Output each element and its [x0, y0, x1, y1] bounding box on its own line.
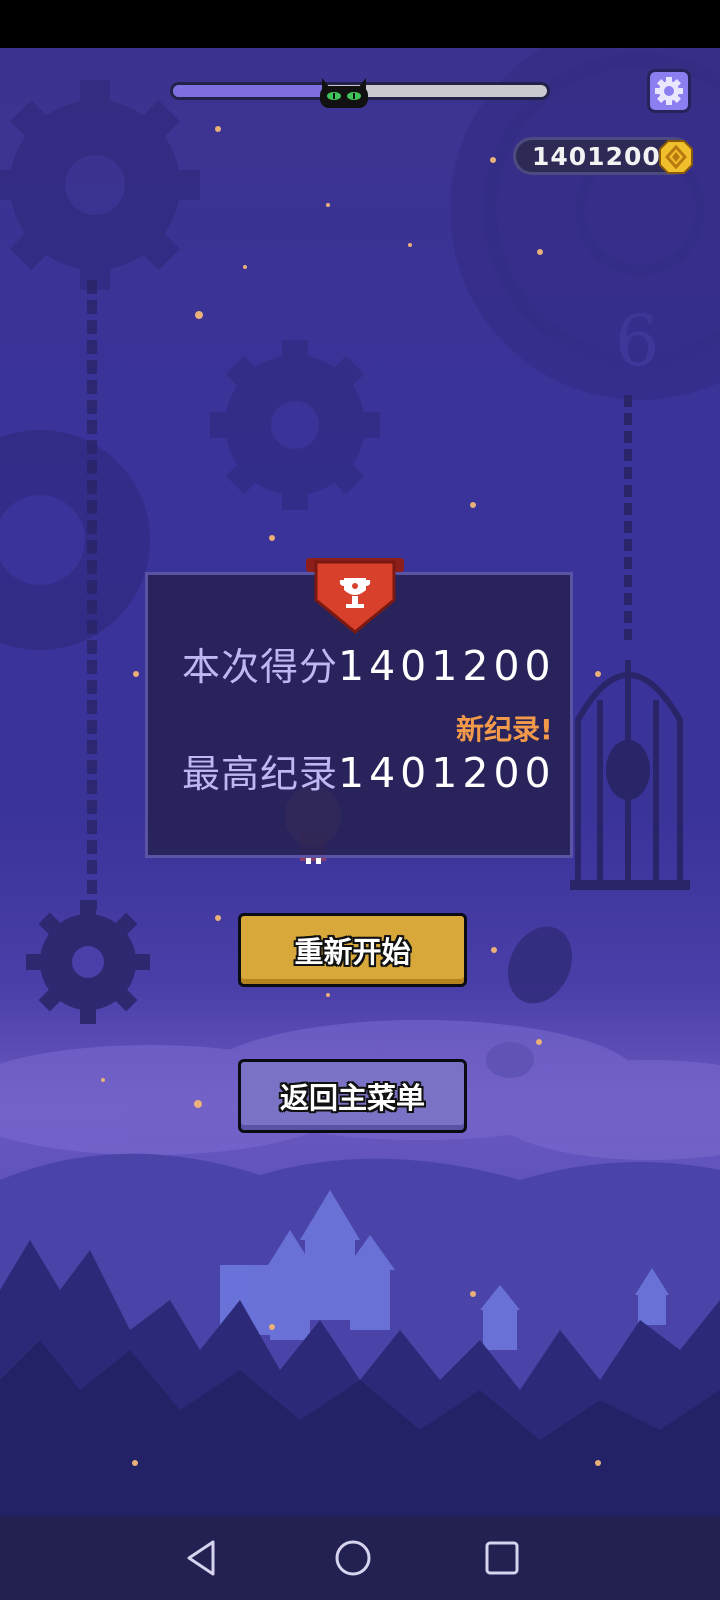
coin-amount: 1401200	[532, 142, 661, 171]
best-score-row: 最高纪录1401200	[182, 743, 556, 798]
gear-decoration-3	[0, 430, 150, 650]
current-score-value: 1401200	[338, 642, 556, 690]
coin-icon	[659, 140, 693, 174]
best-score-value: 1401200	[338, 749, 556, 797]
gear-decoration-2	[210, 340, 380, 510]
new-record-badge: 新纪录!	[456, 713, 553, 746]
coin-counter: 1401200	[513, 137, 693, 175]
current-score-row: 本次得分1401200	[182, 636, 556, 691]
triangle-back-icon[interactable]	[181, 1536, 225, 1580]
status-bar	[0, 0, 720, 48]
gear-decoration-1	[0, 80, 200, 290]
level-progress-fill	[173, 85, 323, 97]
main-menu-button[interactable]: 返回主菜单	[238, 1059, 467, 1133]
gear-icon	[655, 77, 683, 105]
current-score-label: 本次得分	[182, 645, 339, 689]
square-recents-icon[interactable]	[480, 1536, 524, 1580]
restart-button[interactable]: 重新开始	[238, 913, 467, 987]
circle-home-icon[interactable]	[331, 1536, 375, 1580]
gear-decoration-4	[26, 900, 150, 1024]
trophy-icon	[306, 558, 404, 634]
system-nav-bar	[0, 1516, 720, 1600]
settings-button[interactable]	[647, 69, 691, 113]
svg-text:6: 6	[615, 300, 660, 382]
best-score-label: 最高纪录	[182, 752, 339, 796]
black-cat-icon	[320, 78, 368, 108]
